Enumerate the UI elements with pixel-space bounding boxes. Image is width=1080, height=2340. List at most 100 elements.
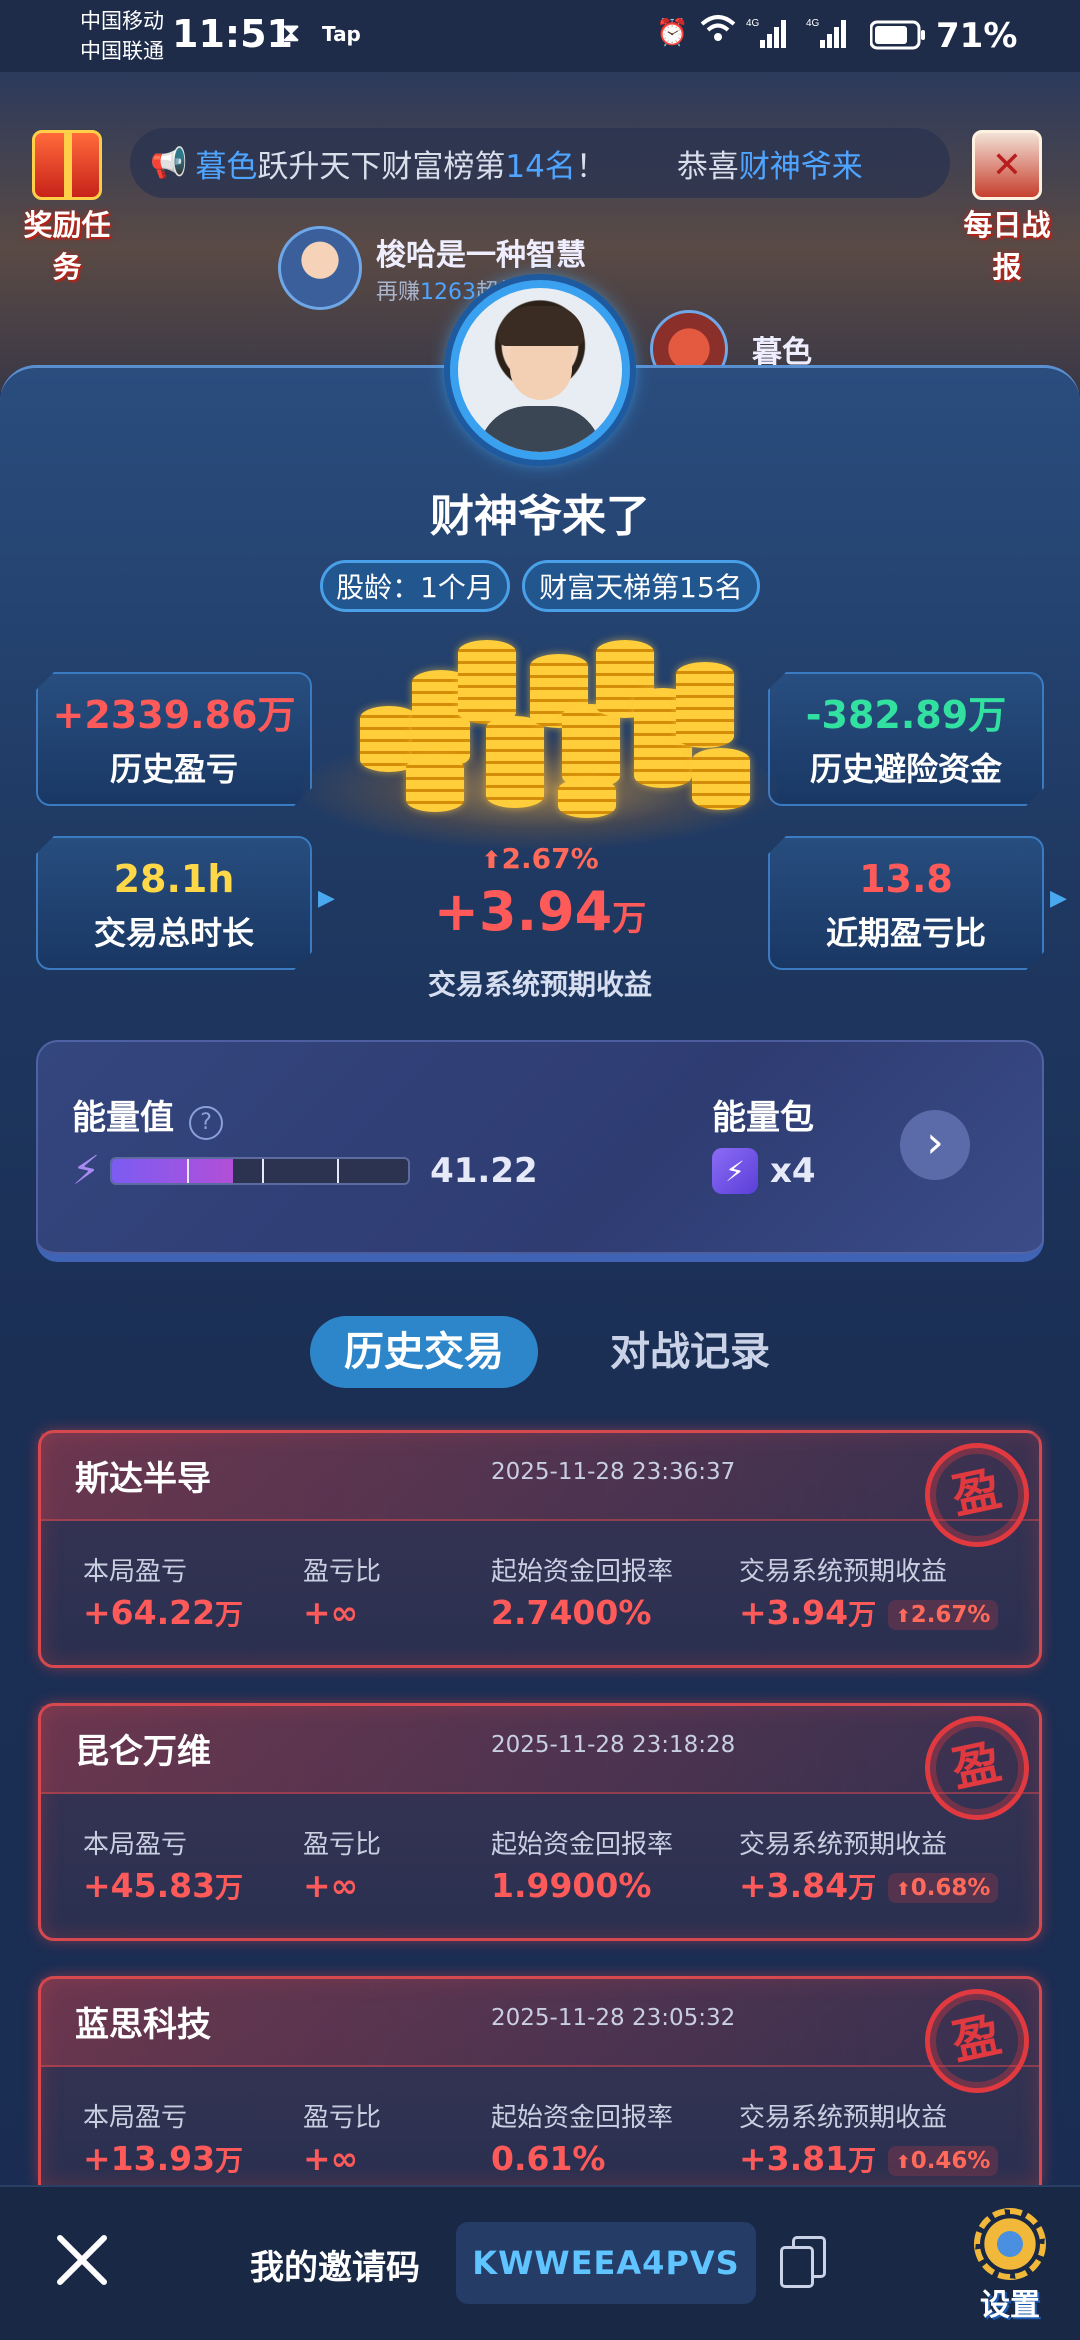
trade-time-box: 28.1h 交易总时长 bbox=[36, 836, 312, 970]
battery-icon bbox=[869, 20, 926, 54]
trade-card[interactable]: 昆仑万维 2025-11-28 23:18:28 盈 本局盈亏 盈亏比 起始资金… bbox=[38, 1703, 1042, 1941]
settings-button[interactable]: 设置 bbox=[960, 2208, 1060, 2324]
user-avatar[interactable] bbox=[450, 280, 630, 460]
energy-title: 能量值 bbox=[72, 1098, 174, 1138]
arrow-right-icon[interactable]: ▶ bbox=[318, 886, 335, 911]
marquee-user-2: 财神爷来 bbox=[738, 148, 863, 185]
marquee-rank: 14名 bbox=[505, 148, 576, 185]
avatar bbox=[278, 226, 362, 310]
reward-tasks-button[interactable]: 奖励任务 bbox=[12, 130, 122, 286]
energy-bar-row: ⚡ 41.22 bbox=[72, 1148, 538, 1194]
col-label-pnl: 本局盈亏 bbox=[83, 1830, 188, 1860]
col-label-expected: 交易系统预期收益 bbox=[739, 1557, 948, 1587]
energy-progress-bar bbox=[110, 1157, 411, 1185]
invite-code-value[interactable]: KWWEEA4PVS bbox=[456, 2222, 756, 2304]
history-hedge-box: -382.89万 历史避险资金 bbox=[768, 672, 1044, 806]
col-label-ratio: 盈亏比 bbox=[303, 1830, 382, 1860]
trade-stock-name: 昆仑万维 bbox=[75, 1732, 211, 1772]
col-label-pnl: 本局盈亏 bbox=[83, 1557, 188, 1587]
clock: 11:51 bbox=[172, 12, 293, 56]
tab-battle-records[interactable]: 对战记录 bbox=[560, 1316, 820, 1388]
col-label-pnl: 本局盈亏 bbox=[83, 2103, 188, 2133]
trade-card[interactable]: 斯达半导 2025-11-28 23:36:37 盈 本局盈亏 盈亏比 起始资金… bbox=[38, 1430, 1042, 1668]
help-icon[interactable]: ? bbox=[189, 1106, 224, 1140]
energy-value: 41.22 bbox=[430, 1151, 538, 1191]
megaphone-icon: 📢 bbox=[150, 145, 188, 181]
close-icon[interactable] bbox=[50, 2230, 114, 2294]
signal-4g-icon: 4G bbox=[746, 16, 788, 54]
energy-pack-title: 能量包 bbox=[712, 1098, 814, 1138]
wealth-rank-tag[interactable]: 财富天梯第15名 bbox=[522, 560, 760, 612]
col-label-ratio: 盈亏比 bbox=[303, 1557, 382, 1587]
marquee-suffix: ！ bbox=[575, 148, 607, 185]
expected-rate-badge: ⬆0.46% bbox=[887, 2145, 999, 2176]
energy-pack-icon: ⚡ bbox=[712, 1148, 758, 1194]
expected-rate-badge: ⬆0.68% bbox=[887, 1872, 999, 1903]
energy-title-row: 能量值 ? bbox=[72, 1090, 224, 1140]
trade-ratio: +∞ bbox=[303, 2139, 359, 2178]
trade-expected: +3.84万 ⬆0.68% bbox=[739, 1866, 999, 1906]
trade-time-label: 交易总时长 bbox=[93, 914, 254, 952]
history-hedge-value: -382.89万 bbox=[805, 693, 1007, 737]
chevron-right-icon[interactable]: › bbox=[900, 1110, 970, 1180]
energy-progress-fill bbox=[112, 1159, 234, 1183]
col-label-return: 起始资金回报率 bbox=[491, 2103, 674, 2133]
trade-expected: +3.94万 ⬆2.67% bbox=[739, 1593, 999, 1633]
trade-return-rate: 1.9900% bbox=[491, 1866, 652, 1905]
trade-time: 2025-11-28 23:18:28 bbox=[491, 1732, 736, 1758]
copy-icon[interactable] bbox=[780, 2236, 830, 2292]
arrow-up-icon: ⬆ bbox=[481, 846, 502, 874]
marquee-congrats: 恭喜 bbox=[676, 148, 739, 185]
col-label-expected: 交易系统预期收益 bbox=[739, 2103, 948, 2133]
trade-time: 2025-11-28 23:36:37 bbox=[491, 1459, 736, 1485]
trade-stock-name: 蓝思科技 bbox=[75, 2005, 211, 2045]
history-pnl-box: +2339.86万 历史盈亏 bbox=[36, 672, 312, 806]
carrier-1: 中国移动 bbox=[80, 9, 164, 33]
tap-tag: Tap bbox=[322, 22, 361, 46]
recent-ratio-value: 13.8 bbox=[859, 857, 953, 901]
expected-label: 交易系统预期收益 bbox=[427, 968, 652, 1001]
expected-rate: ⬆2.67% bbox=[481, 842, 599, 875]
trade-pnl: +64.22万 bbox=[83, 1593, 244, 1632]
trade-card[interactable]: 蓝思科技 2025-11-28 23:05:32 盈 本局盈亏 盈亏比 起始资金… bbox=[38, 1976, 1042, 2185]
expected-rate-badge: ⬆2.67% bbox=[887, 1599, 999, 1630]
energy-pack-row: ⚡ x4 bbox=[712, 1148, 816, 1194]
status-bar: 中国移动 中国联通 11:51 ⧗ Tap ⏰ 4G 4G 71% bbox=[0, 0, 1080, 72]
col-label-return: 起始资金回报率 bbox=[491, 1557, 674, 1587]
tab-history-trades[interactable]: 历史交易 bbox=[310, 1316, 538, 1388]
battle-icon: ✕ bbox=[972, 130, 1042, 200]
recent-ratio-label: 近期盈亏比 bbox=[825, 914, 986, 952]
trade-return-rate: 2.7400% bbox=[491, 1593, 652, 1632]
col-label-ratio: 盈亏比 bbox=[303, 2103, 382, 2133]
marquee-user: 暮色 bbox=[195, 148, 258, 185]
settings-label: 设置 bbox=[980, 2288, 1040, 2323]
trade-return-rate: 0.61% bbox=[491, 2139, 606, 2178]
recent-ratio-box: 13.8 近期盈亏比 bbox=[768, 836, 1044, 970]
alarm-icon: ⏰ bbox=[656, 18, 689, 48]
lightning-icon: ⚡ bbox=[72, 1148, 101, 1194]
daily-report-button[interactable]: ✕ 每日战报 bbox=[952, 130, 1062, 286]
gift-icon bbox=[32, 130, 102, 200]
col-label-expected: 交易系统预期收益 bbox=[739, 1830, 948, 1860]
col-label-return: 起始资金回报率 bbox=[491, 1830, 674, 1860]
arrow-right-icon[interactable]: ▶ bbox=[1050, 886, 1067, 911]
trade-ratio: +∞ bbox=[303, 1866, 359, 1905]
stock-age-tag: 股龄：1个月 bbox=[320, 560, 510, 612]
coin-pile-image bbox=[300, 640, 780, 850]
daily-report-label: 每日战报 bbox=[963, 208, 1051, 284]
marquee-text: 跃升天下财富榜第 bbox=[257, 148, 506, 185]
history-hedge-label: 历史避险资金 bbox=[809, 750, 1002, 788]
reward-tasks-label: 奖励任务 bbox=[23, 208, 111, 284]
energy-pack-count: x4 bbox=[770, 1151, 816, 1191]
rank-user-name: 梭哈是一种智慧 bbox=[376, 238, 586, 273]
battery-percent: 71% bbox=[936, 16, 1018, 56]
trade-pnl: +45.83万 bbox=[83, 1866, 244, 1905]
energy-panel: 能量值 ? ⚡ 41.22 能量包 ⚡ x4 bbox=[36, 1040, 1044, 1262]
history-pnl-value: +2339.86万 bbox=[52, 693, 296, 737]
carrier-2: 中国联通 bbox=[80, 39, 164, 63]
expected-value: +3.94万 bbox=[433, 880, 647, 943]
svg-text:4G: 4G bbox=[746, 18, 760, 29]
user-name: 财神爷来了 bbox=[430, 491, 650, 542]
announcement-marquee: 📢 暮色 跃升天下财富榜第 14名 ！ 恭喜 财神爷来 bbox=[130, 128, 950, 198]
trade-stock-name: 斯达半导 bbox=[75, 1459, 211, 1499]
